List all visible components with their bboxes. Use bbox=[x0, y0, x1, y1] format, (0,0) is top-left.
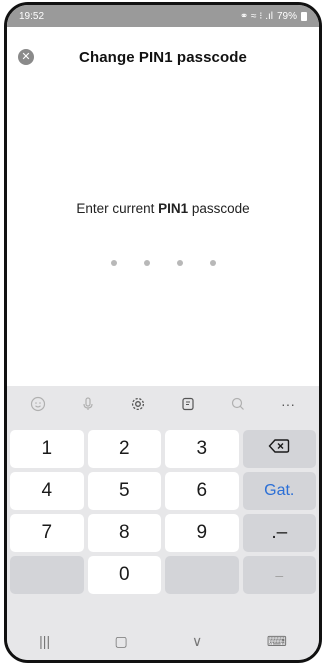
prompt-text-end: passcode bbox=[188, 201, 250, 216]
settings-gear-icon[interactable] bbox=[125, 391, 151, 417]
pin-dot bbox=[176, 260, 183, 266]
recents-button[interactable]: ||| bbox=[39, 633, 50, 649]
key-2[interactable]: 2 bbox=[87, 430, 161, 468]
phone-frame: 19:52 ⚭ ≈ ⁝ .ıl 79% ✕ Change PIN1 passco… bbox=[4, 2, 322, 663]
search-icon[interactable] bbox=[225, 391, 251, 417]
emoji-icon[interactable] bbox=[25, 391, 51, 417]
prompt-text-start: Enter current bbox=[76, 201, 159, 216]
pin-dot bbox=[143, 260, 150, 266]
status-time: 19:52 bbox=[19, 10, 45, 22]
blank-key bbox=[165, 556, 239, 594]
key-9[interactable]: 9 bbox=[165, 514, 239, 552]
prompt-pin-name: PIN1 bbox=[158, 201, 189, 216]
navigation-bar: ||| ▢ ∨ ⌨ bbox=[7, 616, 319, 660]
key-6[interactable]: 6 bbox=[165, 472, 239, 510]
pin-dot bbox=[110, 260, 117, 266]
microphone-icon[interactable] bbox=[75, 391, 101, 417]
back-button[interactable]: ∨ bbox=[192, 633, 202, 650]
keyboard-toolbar: ··· bbox=[7, 386, 319, 422]
key-4[interactable]: 4 bbox=[10, 472, 84, 510]
key-8[interactable]: 8 bbox=[87, 514, 161, 552]
minus-key[interactable]: – bbox=[242, 556, 316, 594]
more-options-icon[interactable]: ··· bbox=[275, 391, 301, 417]
backspace-icon bbox=[268, 438, 290, 460]
pin-prompt: Enter current PIN1 passcode bbox=[7, 201, 319, 216]
key-3[interactable]: 3 bbox=[165, 430, 239, 468]
backspace-key[interactable] bbox=[242, 430, 316, 468]
key-7[interactable]: 7 bbox=[10, 514, 84, 552]
status-bar: 19:52 ⚭ ≈ ⁝ .ıl 79% bbox=[7, 5, 319, 27]
key-1[interactable]: 1 bbox=[10, 430, 84, 468]
go-key[interactable]: Gat. bbox=[242, 472, 316, 510]
signal-icons: ⚭ ≈ ⁝ .ıl bbox=[239, 10, 273, 22]
pin-dot bbox=[209, 260, 216, 266]
page-title: Change PIN1 passcode bbox=[79, 49, 247, 66]
symbols-key[interactable]: .– bbox=[242, 514, 316, 552]
key-5[interactable]: 5 bbox=[87, 472, 161, 510]
status-icons: ⚭ ≈ ⁝ .ıl 79% bbox=[240, 11, 307, 22]
key-0[interactable]: 0 bbox=[87, 556, 161, 594]
blank-key bbox=[10, 556, 84, 594]
header: ✕ Change PIN1 passcode bbox=[7, 43, 319, 73]
keyboard: ··· 1 2 3 4 5 6 Gat. 7 8 9 .– 0 – ||| ▢ … bbox=[7, 386, 319, 660]
battery-icon bbox=[301, 11, 307, 21]
keyboard-switch-button[interactable]: ⌨ bbox=[267, 633, 287, 650]
clipboard-icon[interactable] bbox=[175, 391, 201, 417]
battery-percent: 79% bbox=[276, 10, 297, 22]
numeric-keypad: 1 2 3 4 5 6 Gat. 7 8 9 .– 0 – bbox=[10, 430, 316, 594]
home-button[interactable]: ▢ bbox=[114, 633, 127, 650]
pin-dots bbox=[7, 260, 319, 266]
